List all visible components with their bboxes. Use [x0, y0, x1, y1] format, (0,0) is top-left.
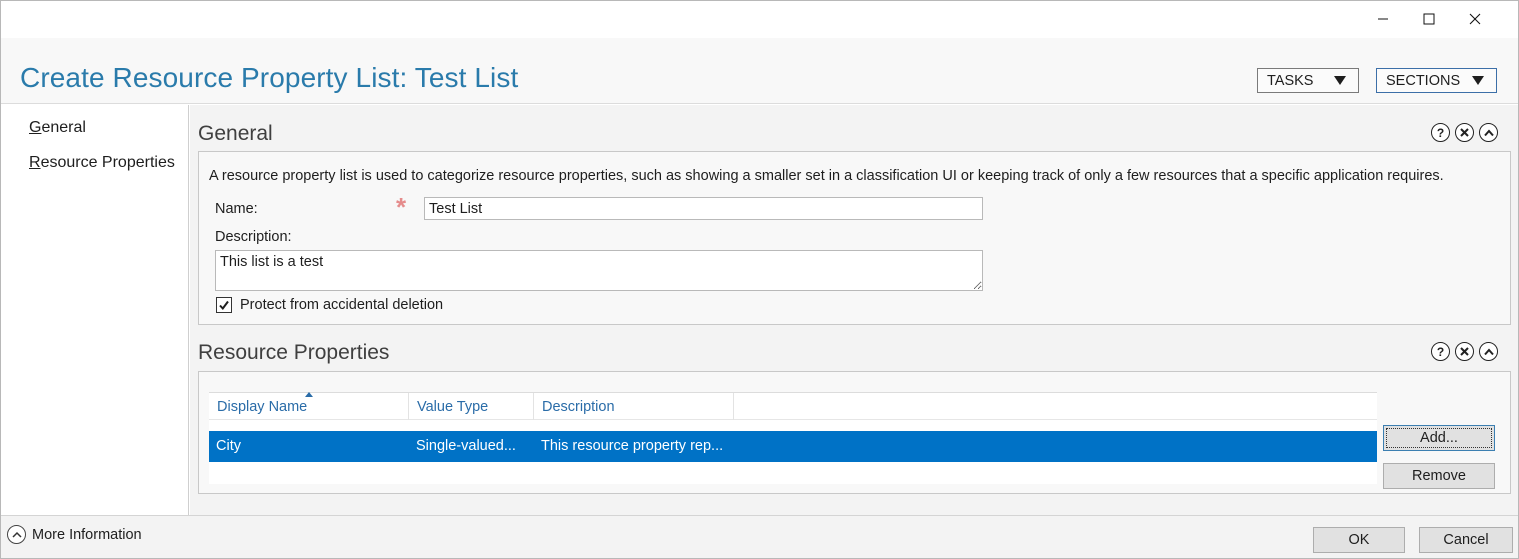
minimize-icon — [1378, 18, 1388, 20]
footer-bar: More Information OK Cancel — [1, 515, 1518, 558]
help-icon[interactable]: ? — [1431, 123, 1450, 142]
dialog-window: Create Resource Property List: Test List… — [0, 0, 1519, 559]
ok-button[interactable]: OK — [1313, 527, 1405, 553]
sections-dropdown[interactable]: SECTIONS — [1376, 68, 1497, 93]
resource-properties-grid: Display Name Value Type Description City… — [209, 392, 1377, 484]
table-row[interactable]: City Single-valued... This resource prop… — [209, 431, 1377, 462]
collapse-icon[interactable] — [1479, 342, 1498, 361]
required-icon: * — [396, 192, 407, 222]
close-icon — [1469, 13, 1481, 25]
collapse-icon[interactable] — [1479, 123, 1498, 142]
dropdown-arrow-icon — [1334, 76, 1346, 85]
description-field[interactable]: This list is a test — [215, 250, 983, 291]
sort-ascending-icon — [305, 392, 313, 397]
resource-properties-section-title: Resource Properties — [198, 341, 390, 364]
cell-value-type: Single-valued... — [416, 438, 516, 454]
nav-item-label: eneral — [41, 119, 86, 136]
name-field[interactable] — [424, 197, 983, 220]
column-header-label: Value Type — [417, 399, 489, 415]
checkmark-icon — [219, 300, 229, 311]
grid-header: Display Name Value Type Description — [209, 392, 1377, 420]
general-panel: A resource property list is used to cate… — [198, 151, 1511, 325]
remove-button[interactable]: Remove — [1383, 463, 1495, 489]
nav-item-general[interactable]: General — [29, 119, 86, 137]
ok-button-label: OK — [1348, 532, 1370, 548]
column-header-label: Description — [542, 399, 615, 415]
focus-rectangle — [1386, 428, 1492, 448]
general-description: A resource property list is used to cate… — [209, 168, 1444, 184]
protect-checkbox[interactable] — [216, 297, 232, 313]
nav-accel-key: G — [29, 119, 42, 136]
nav-accel-key: R — [29, 154, 41, 171]
content-area: General ? A resource property list is us… — [190, 105, 1518, 515]
column-header-description[interactable]: Description — [534, 393, 734, 420]
remove-button-label: Remove — [1412, 468, 1466, 484]
more-information-toggle[interactable]: More Information — [7, 525, 142, 544]
cancel-button[interactable]: Cancel — [1419, 527, 1513, 553]
close-icon[interactable] — [1455, 342, 1474, 361]
general-section-controls: ? — [1431, 123, 1498, 142]
tasks-label: TASKS — [1267, 72, 1314, 89]
cancel-button-label: Cancel — [1443, 532, 1489, 548]
dropdown-arrow-icon — [1472, 76, 1484, 85]
description-label: Description: — [215, 229, 292, 245]
column-header-value-type[interactable]: Value Type — [409, 393, 534, 420]
section-nav: General Resource Properties — [1, 105, 189, 515]
resource-properties-panel: Display Name Value Type Description City… — [198, 371, 1511, 494]
close-window-button[interactable] — [1452, 1, 1498, 37]
nav-item-label: esource Properties — [40, 154, 175, 171]
help-icon[interactable]: ? — [1431, 342, 1450, 361]
page-title: Create Resource Property List: Test List — [20, 62, 519, 93]
maximize-button[interactable] — [1406, 1, 1452, 37]
minimize-button[interactable] — [1360, 1, 1406, 37]
name-label: Name: — [215, 201, 258, 217]
nav-item-resource-properties[interactable]: Resource Properties — [29, 154, 175, 172]
tasks-dropdown[interactable]: TASKS — [1257, 68, 1359, 93]
resource-properties-section-controls: ? — [1431, 342, 1498, 361]
sections-label: SECTIONS — [1386, 72, 1461, 89]
cell-description: This resource property rep... — [541, 438, 724, 454]
cell-display-name: City — [216, 438, 241, 454]
general-section-title: General — [198, 122, 273, 145]
column-header-label: Display Name — [217, 399, 308, 415]
column-header-display-name[interactable]: Display Name — [209, 392, 409, 420]
header-bar: Create Resource Property List: Test List… — [1, 38, 1518, 104]
add-button[interactable]: Add... — [1383, 425, 1495, 451]
protect-label[interactable]: Protect from accidental deletion — [240, 297, 443, 313]
maximize-icon — [1423, 13, 1435, 25]
more-information-label: More Information — [32, 526, 142, 543]
chevron-up-icon — [7, 525, 26, 544]
close-icon[interactable] — [1455, 123, 1474, 142]
